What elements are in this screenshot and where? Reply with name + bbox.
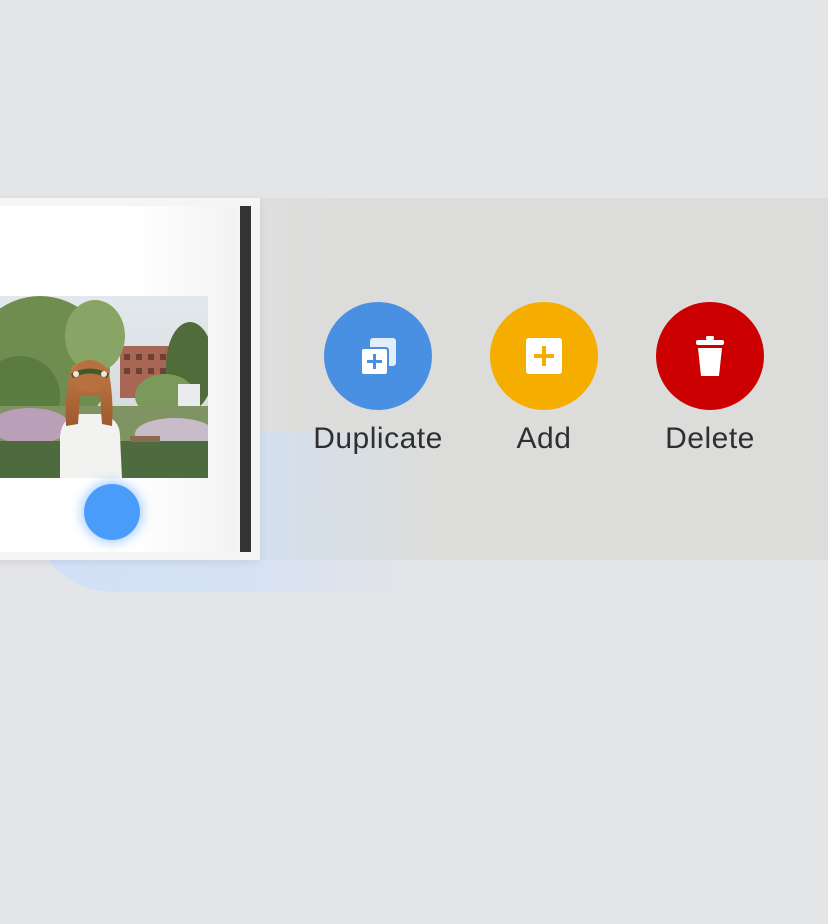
add-action[interactable]: Add bbox=[469, 302, 619, 456]
duplicate-button[interactable] bbox=[324, 302, 432, 410]
page-edge bbox=[240, 206, 251, 552]
duplicate-icon bbox=[360, 338, 396, 376]
delete-label: Delete bbox=[665, 422, 755, 455]
delete-button[interactable] bbox=[656, 302, 764, 410]
duplicate-label: Duplicate bbox=[313, 422, 443, 455]
add-label: Add bbox=[516, 422, 572, 455]
page-photo bbox=[0, 296, 208, 478]
duplicate-action[interactable]: Duplicate bbox=[303, 302, 453, 456]
trash-icon bbox=[696, 336, 724, 376]
garden-photo-image bbox=[0, 296, 208, 478]
delete-action[interactable]: Delete bbox=[635, 302, 785, 456]
drag-handle[interactable] bbox=[84, 484, 140, 540]
add-button[interactable] bbox=[490, 302, 598, 410]
add-page-icon bbox=[526, 338, 562, 374]
